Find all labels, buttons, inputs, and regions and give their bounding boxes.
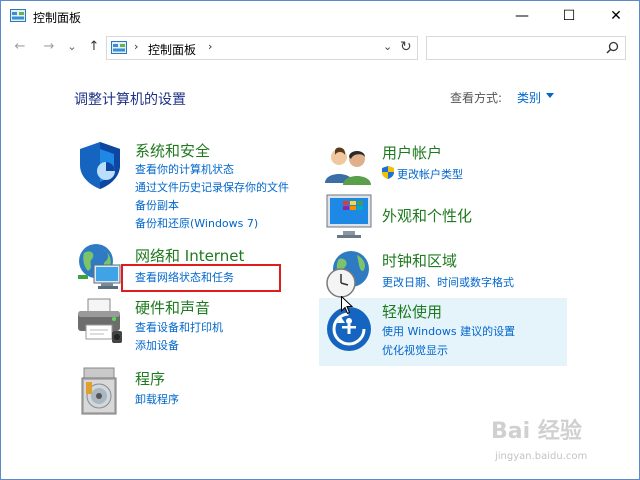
category-title-programs[interactable]: 程序 [135, 368, 165, 389]
category-title-appearance[interactable]: 外观和个性化 [382, 205, 472, 226]
link-backup-copy[interactable]: 备份副本 [135, 197, 179, 213]
link-backup-restore[interactable]: 备份和还原(Windows 7) [135, 215, 258, 231]
breadcrumb-separator-icon[interactable]: › [208, 40, 212, 53]
maximize-button[interactable]: ☐ [546, 1, 592, 32]
view-by-dropdown[interactable]: 类别 [517, 89, 541, 106]
baidu-watermark-url: jingyan.baidu.com [495, 451, 588, 462]
breadcrumb-control-panel[interactable]: 控制面板 [148, 41, 196, 58]
programs-disc-icon[interactable] [74, 366, 126, 418]
forward-arrow-icon[interactable]: → [41, 39, 57, 55]
category-title-system-security[interactable]: 系统和安全 [135, 140, 210, 161]
close-button[interactable]: ✕ [593, 1, 639, 32]
users-icon[interactable] [323, 141, 375, 193]
uac-shield-icon [382, 166, 394, 179]
window-title: 控制面板 [33, 11, 82, 25]
recent-locations-chevron-icon[interactable]: ⌄ [64, 39, 80, 55]
search-box[interactable] [426, 36, 626, 60]
control-panel-icon [111, 41, 127, 54]
link-devices-printers[interactable]: 查看设备和打印机 [135, 319, 223, 335]
link-view-computer-status[interactable]: 查看你的计算机状态 [135, 161, 234, 177]
address-bar[interactable]: › 控制面板 › ⌄ ↻ [106, 36, 418, 60]
back-arrow-icon[interactable]: ← [12, 39, 28, 55]
category-title-user-accounts[interactable]: 用户帐户 [382, 142, 442, 163]
view-by-chevron-down-icon[interactable] [546, 93, 554, 98]
refresh-icon[interactable]: ↻ [400, 39, 412, 55]
link-uninstall-program[interactable]: 卸载程序 [135, 391, 179, 407]
link-recommended-settings[interactable]: 使用 Windows 建议的设置 [382, 323, 515, 339]
view-by-label: 查看方式: [450, 91, 503, 105]
link-add-device[interactable]: 添加设备 [135, 337, 179, 353]
search-input[interactable] [430, 39, 600, 55]
mouse-cursor-icon [341, 296, 353, 315]
category-title-hardware-sound[interactable]: 硬件和声音 [135, 297, 210, 318]
link-optimize-visual-display[interactable]: 优化视觉显示 [382, 342, 448, 358]
link-change-date-time[interactable]: 更改日期、时间或数字格式 [382, 274, 514, 290]
category-title-clock-region[interactable]: 时钟和区域 [382, 250, 457, 271]
link-file-history[interactable]: 通过文件历史记录保存你的文件 [135, 179, 289, 195]
category-title-ease-of-access[interactable]: 轻松使用 [382, 301, 442, 322]
monitor-icon[interactable] [323, 191, 375, 243]
breadcrumb-separator-icon[interactable]: › [134, 40, 138, 53]
globe-network-icon[interactable] [74, 241, 126, 293]
category-title-network-internet[interactable]: 网络和 Internet [135, 245, 244, 266]
address-dropdown-chevron-icon[interactable]: ⌄ [383, 40, 392, 53]
control-panel-icon [10, 9, 26, 22]
baidu-watermark: Bai 经验 [491, 419, 582, 444]
clock-globe-icon[interactable] [323, 249, 375, 301]
search-icon[interactable] [606, 41, 619, 54]
shield-icon[interactable] [74, 139, 126, 191]
printer-icon[interactable] [74, 295, 126, 347]
navigation-bar: ← → ⌄ ↑ › 控制面板 › ⌄ ↻ [1, 33, 639, 63]
control-panel-window: 控制面板 — ☐ ✕ ← → ⌄ ↑ › 控制面板 › ⌄ ↻ 调整计算机的设置… [0, 0, 640, 480]
title-bar[interactable]: 控制面板 — ☐ ✕ [1, 1, 639, 32]
up-arrow-icon[interactable]: ↑ [86, 39, 102, 55]
minimize-button[interactable]: — [499, 1, 545, 32]
red-highlight-annotation [121, 264, 281, 292]
page-title: 调整计算机的设置 [74, 92, 186, 108]
link-change-account-type[interactable]: 更改帐户类型 [397, 166, 463, 182]
